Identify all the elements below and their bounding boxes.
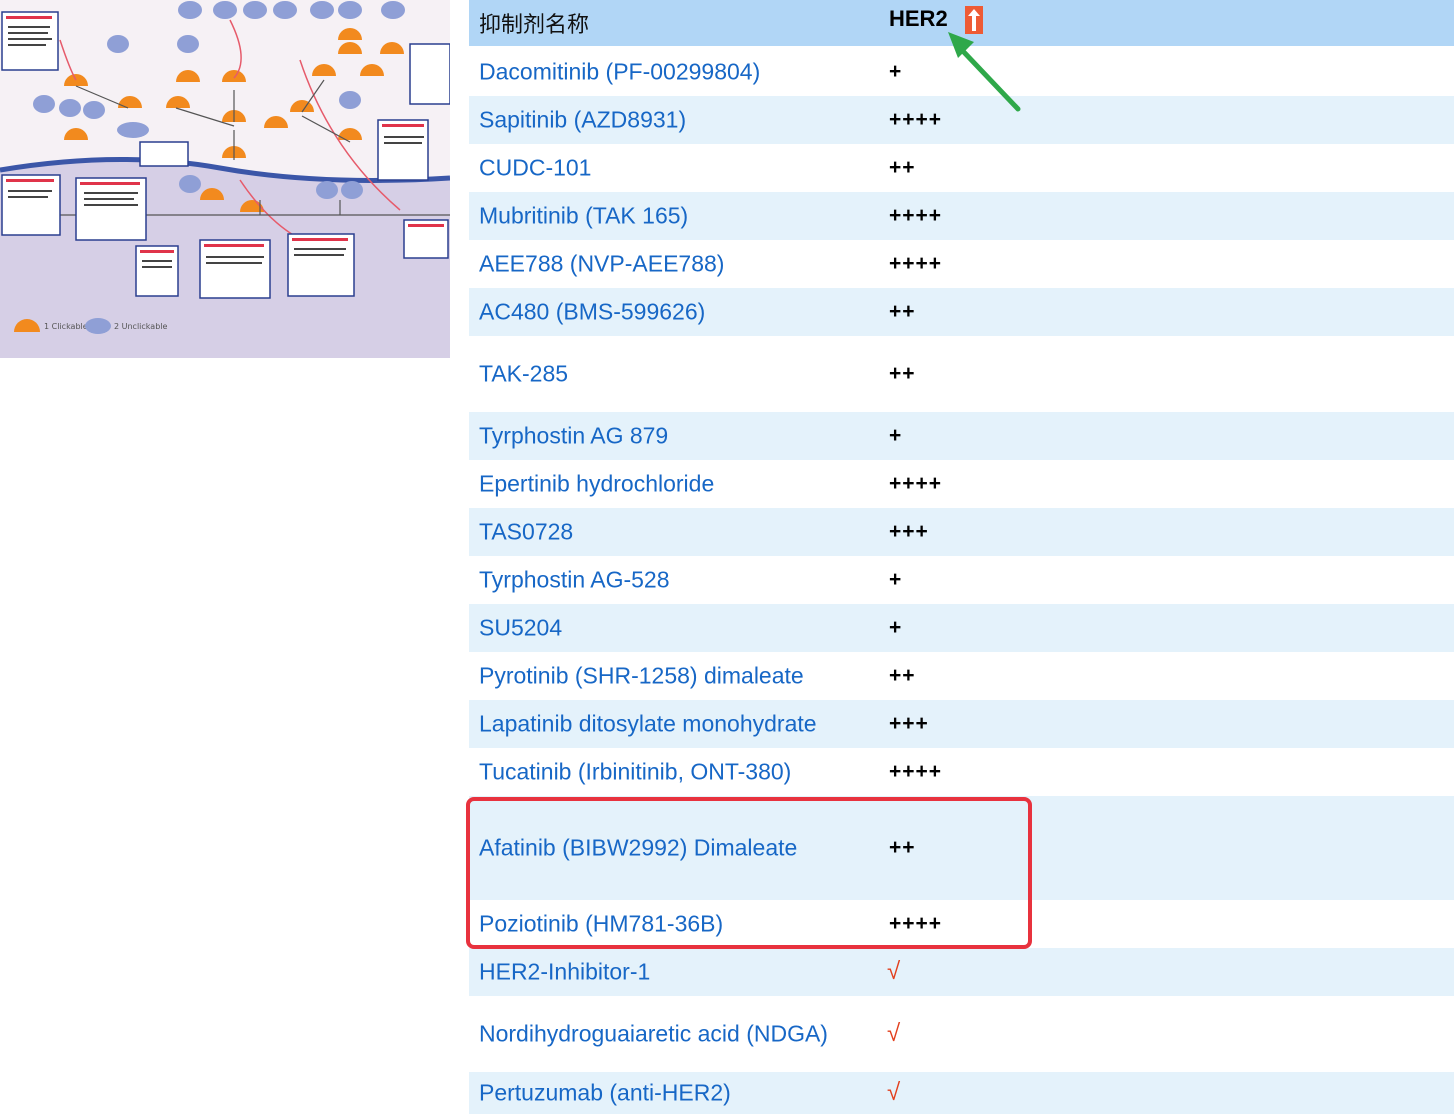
table-row: Tyrphostin AG 879 +	[469, 412, 1454, 460]
table-row: Epertinib hydrochloride ++++	[469, 460, 1454, 508]
inhibitor-name-link[interactable]: Epertinib hydrochloride	[479, 471, 714, 498]
pointer-arrow-icon	[948, 32, 1021, 112]
legend-clickable-label: 1 Clickable	[44, 322, 88, 331]
check-mark-value: √	[887, 958, 902, 985]
inhibitor-name-link[interactable]: HER2-Inhibitor-1	[479, 959, 650, 986]
inhibitor-name-link[interactable]: TAS0728	[479, 519, 573, 546]
activity-level-value: ++	[889, 362, 916, 385]
inhibitor-name-link[interactable]: Mubritinib (TAK 165)	[479, 203, 688, 230]
table-row: CUDC-101 ++	[469, 144, 1454, 192]
inhibitor-name-link[interactable]: Tucatinib (Irbinitinib, ONT-380)	[479, 759, 791, 786]
table-row: Afatinib (BIBW2992) Dimaleate ++	[469, 796, 1454, 900]
inhibitor-name-link[interactable]: Sapitinib (AZD8931)	[479, 107, 686, 134]
table-row: SU5204 +	[469, 604, 1454, 652]
column-header-name: 抑制剂名称	[479, 13, 590, 38]
table-row: Lapatinib ditosylate monohydrate +++	[469, 700, 1454, 748]
activity-level-value: ++	[889, 300, 916, 323]
activity-level-value: ++	[889, 664, 916, 687]
inhibitor-table: 抑制剂名称 HER2 Dacomitinib (PF-00299804) + Sap…	[469, 0, 1454, 1114]
activity-level-value: ++++	[889, 108, 943, 131]
table-row: Nordihydroguaiaretic acid (NDGA) √	[469, 996, 1454, 1072]
inhibitor-name-link[interactable]: TAK-285	[479, 361, 568, 388]
activity-level-value: +++	[889, 712, 929, 735]
activity-level-value: +	[889, 424, 903, 447]
table-row: Poziotinib (HM781-36B) ++++	[469, 900, 1454, 948]
activity-level-value: ++	[889, 156, 916, 179]
inhibitor-name-link[interactable]: AEE788 (NVP-AEE788)	[479, 251, 724, 278]
table-row: Tyrphostin AG-528 +	[469, 556, 1454, 604]
inhibitor-name-link[interactable]: Tyrphostin AG-528	[479, 567, 670, 594]
legend-unclickable-label: 2 Unclickable	[114, 322, 167, 331]
inhibitor-name-link[interactable]: Pertuzumab (anti-HER2)	[479, 1080, 731, 1107]
activity-level-value: +	[889, 616, 903, 639]
column-header-target[interactable]: HER2	[889, 6, 948, 32]
activity-level-value: ++++	[889, 760, 943, 783]
pathway-diagram-image: 1 Clickable 2 Unclickable	[0, 0, 450, 358]
inhibitor-name-link[interactable]: Lapatinib ditosylate monohydrate	[479, 711, 817, 738]
activity-level-value: +	[889, 568, 903, 591]
activity-level-value: +++	[889, 520, 929, 543]
activity-level-value: +	[889, 60, 903, 83]
pathway-diagram-thumbnail: 1 Clickable 2 Unclickable	[0, 0, 450, 358]
table-row: Pertuzumab (anti-HER2) √	[469, 1072, 1454, 1114]
activity-level-value: ++	[889, 836, 916, 859]
table-row: Mubritinib (TAK 165) ++++	[469, 192, 1454, 240]
activity-level-value: ++++	[889, 252, 943, 275]
activity-level-value: ++++	[889, 472, 943, 495]
table-row: TAK-285 ++	[469, 336, 1454, 412]
inhibitor-name-link[interactable]: SU5204	[479, 615, 562, 642]
table-row: AEE788 (NVP-AEE788) ++++	[469, 240, 1454, 288]
table-row: HER2-Inhibitor-1 √	[469, 948, 1454, 996]
activity-level-value: ++++	[889, 912, 943, 935]
inhibitor-name-link[interactable]: Dacomitinib (PF-00299804)	[479, 59, 760, 86]
table-row: AC480 (BMS-599626) ++	[469, 288, 1454, 336]
inhibitor-name-link[interactable]: Pyrotinib (SHR-1258) dimaleate	[479, 663, 804, 690]
inhibitor-name-link[interactable]: CUDC-101	[479, 155, 591, 182]
activity-level-value: ++++	[889, 204, 943, 227]
check-mark-value: √	[887, 1020, 902, 1047]
inhibitor-name-link[interactable]: AC480 (BMS-599626)	[479, 299, 705, 326]
inhibitor-name-link[interactable]: Nordihydroguaiaretic acid (NDGA)	[479, 1021, 828, 1048]
table-row: Pyrotinib (SHR-1258) dimaleate ++	[469, 652, 1454, 700]
inhibitor-name-link[interactable]: Tyrphostin AG 879	[479, 423, 668, 450]
table-row: Tucatinib (Irbinitinib, ONT-380) ++++	[469, 748, 1454, 796]
table-row: TAS0728 +++	[469, 508, 1454, 556]
inhibitor-name-link[interactable]: Afatinib (BIBW2992) Dimaleate	[479, 835, 797, 862]
inhibitor-name-link[interactable]: Poziotinib (HM781-36B)	[479, 911, 723, 938]
check-mark-value: √	[887, 1079, 902, 1106]
